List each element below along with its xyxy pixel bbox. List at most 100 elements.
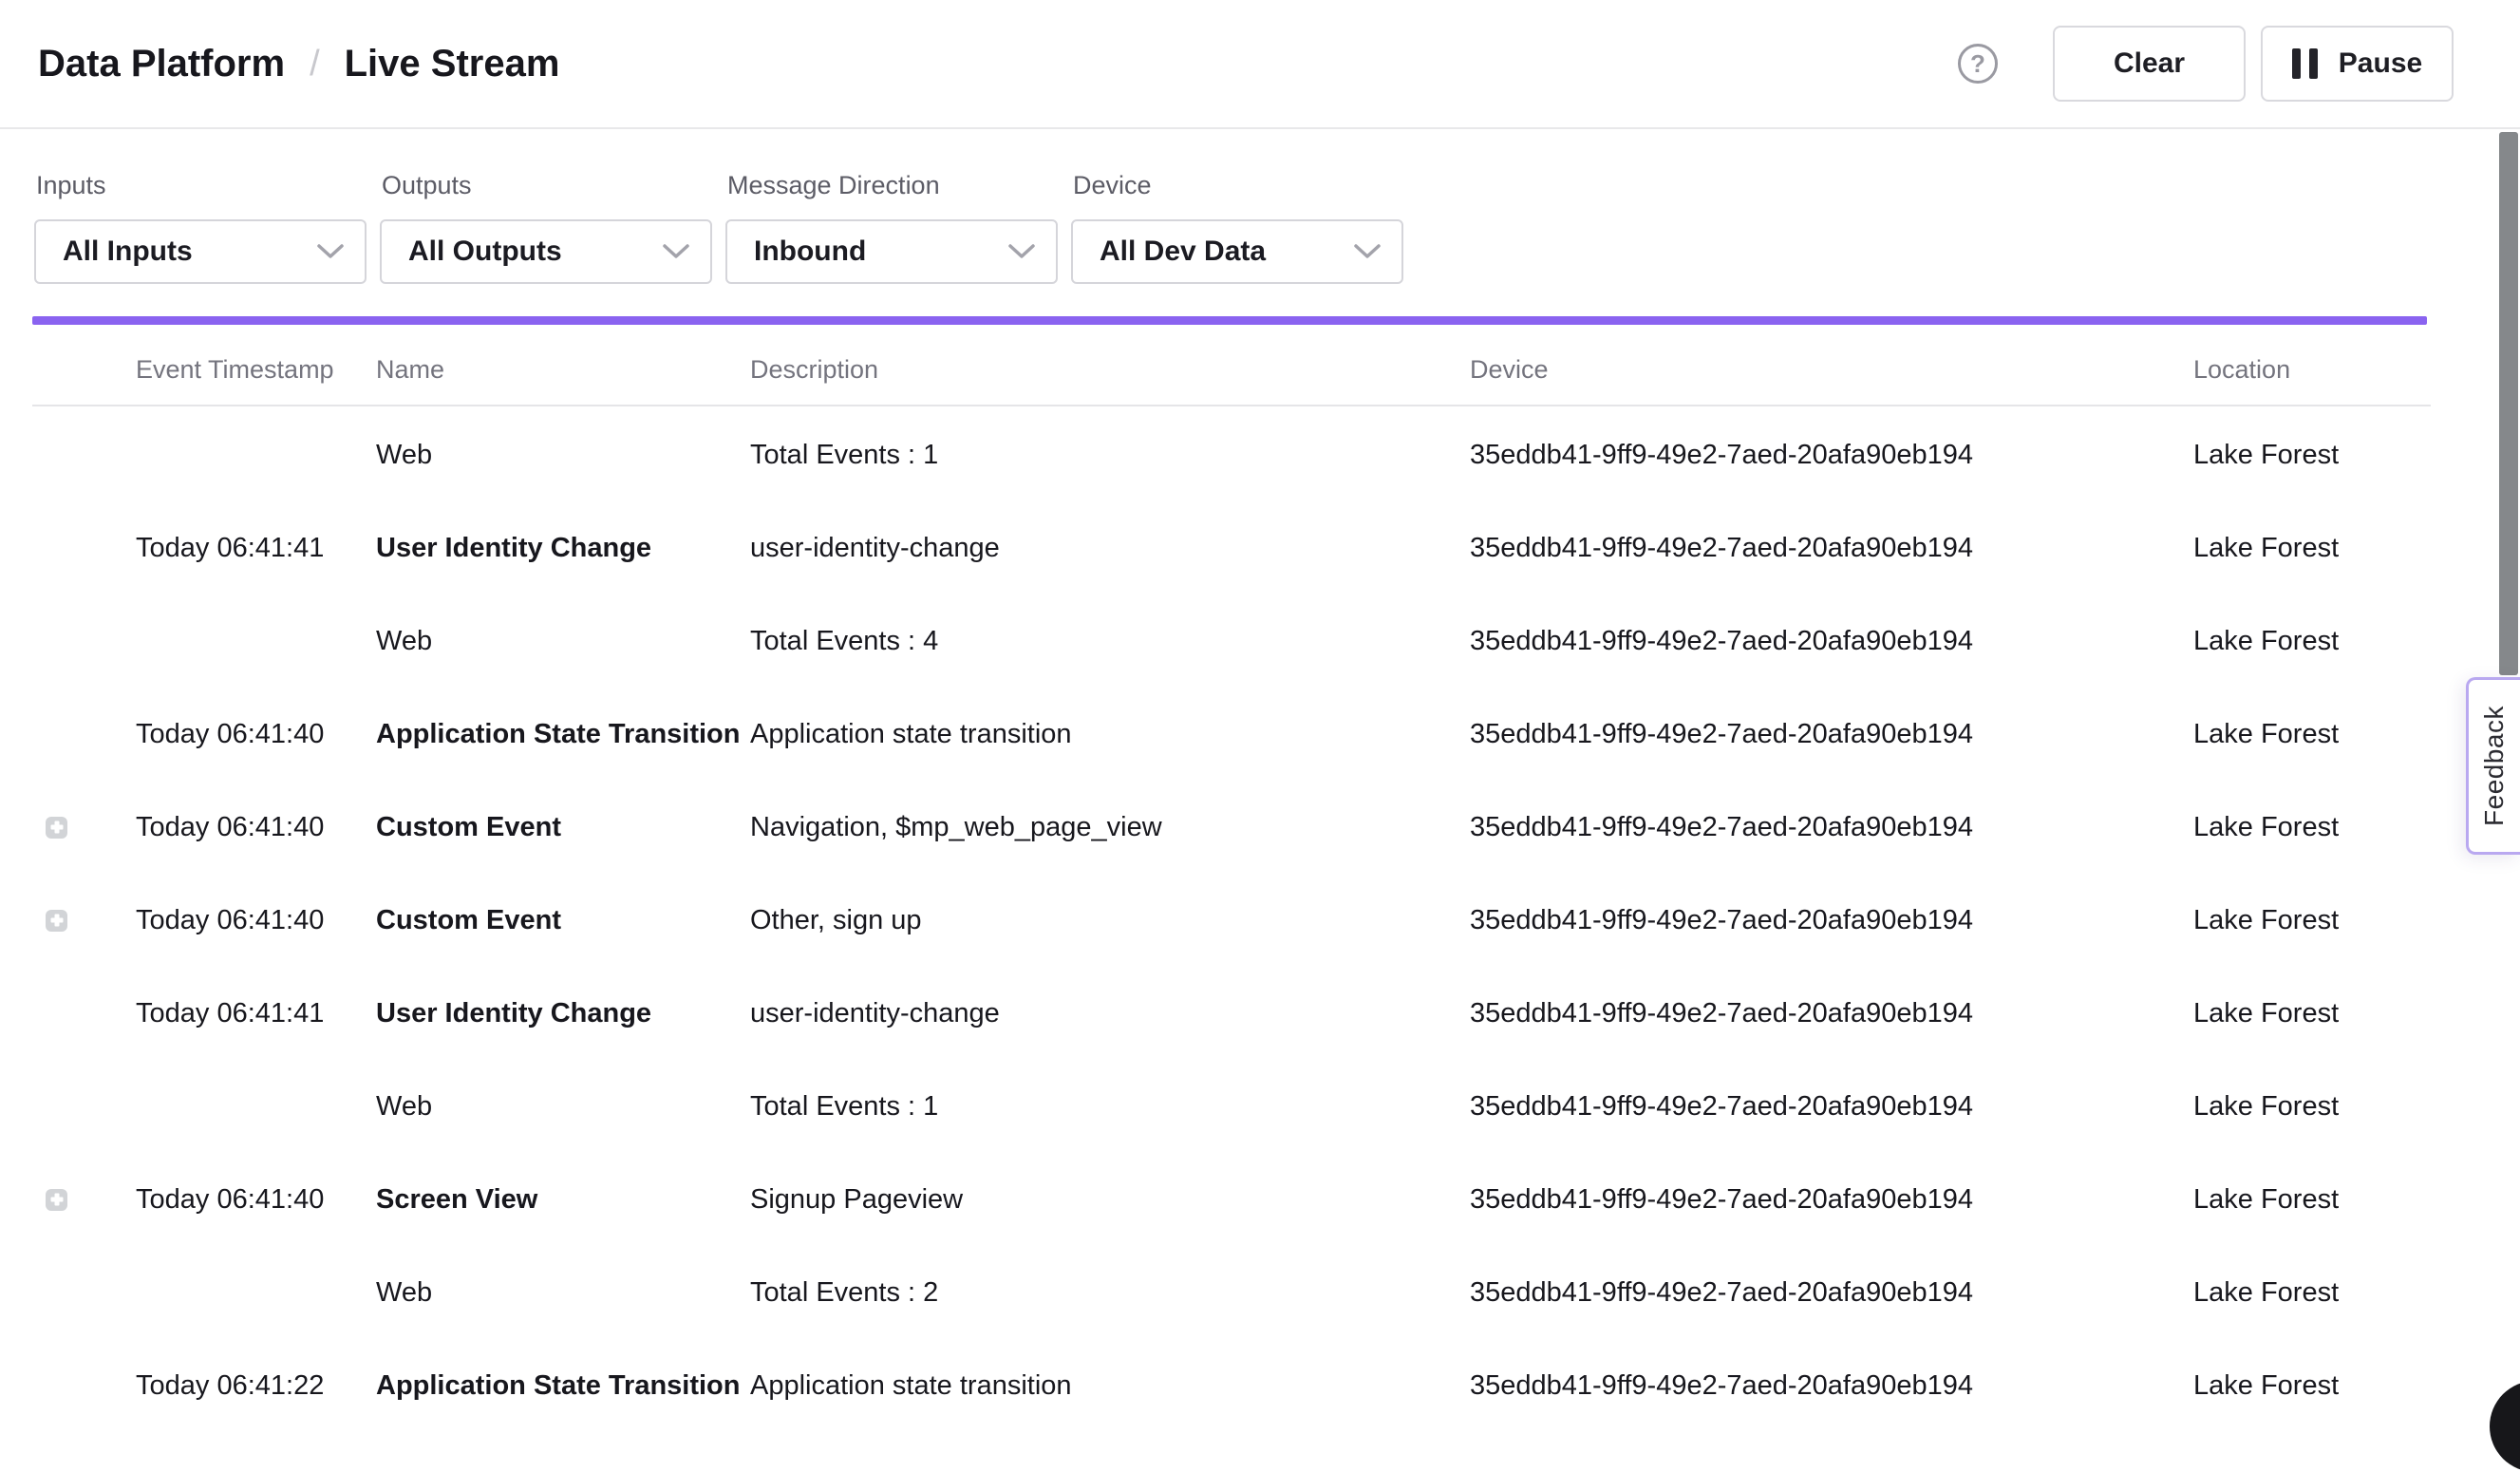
filter-inputs: Inputs All Inputs: [34, 171, 367, 284]
events-table: Event Timestamp Name Description Device …: [32, 325, 2431, 1432]
event-location-cell: Lake Forest: [2193, 1184, 2431, 1216]
event-device-cell: 35eddb41-9ff9-49e2-7aed-20afa90eb194: [1470, 440, 2193, 471]
table-body: Web Total Events : 1 35eddb41-9ff9-49e2-…: [32, 406, 2431, 1432]
column-header-name: Name: [376, 355, 750, 385]
feedback-tab-label: Feedback: [2479, 706, 2510, 826]
event-location-cell: Lake Forest: [2193, 812, 2431, 843]
event-description-cell: Total Events : 1: [750, 440, 1470, 471]
event-name-cell: Custom Event: [376, 812, 750, 843]
inputs-select-value: All Inputs: [63, 236, 193, 268]
filter-message-direction: Message Direction Inbound: [725, 171, 1058, 284]
event-device-cell: 35eddb41-9ff9-49e2-7aed-20afa90eb194: [1470, 998, 2193, 1029]
event-name-cell: Custom Event: [376, 905, 750, 936]
filter-inputs-label: Inputs: [36, 171, 367, 200]
event-device-cell: 35eddb41-9ff9-49e2-7aed-20afa90eb194: [1470, 626, 2193, 657]
inputs-select[interactable]: All Inputs: [34, 219, 367, 284]
table-header-row: Event Timestamp Name Description Device …: [32, 325, 2431, 406]
table-row[interactable]: Today 06:41:40 Custom Event Navigation, …: [32, 781, 2431, 874]
table-row[interactable]: Today 06:41:40 Application State Transit…: [32, 688, 2431, 781]
chevron-down-icon: [663, 244, 689, 260]
event-location-cell: Lake Forest: [2193, 1370, 2431, 1402]
event-location-cell: Lake Forest: [2193, 533, 2431, 564]
event-name-cell: Application State Transition: [376, 719, 750, 750]
column-header-location: Location: [2193, 355, 2431, 385]
message-direction-select[interactable]: Inbound: [725, 219, 1058, 284]
filter-outputs-label: Outputs: [382, 171, 712, 200]
header-actions: ? Clear Pause: [1958, 26, 2454, 102]
table-row[interactable]: Today 06:41:41 User Identity Change user…: [32, 501, 2431, 594]
expand-row-button[interactable]: [46, 910, 67, 932]
event-device-cell: 35eddb41-9ff9-49e2-7aed-20afa90eb194: [1470, 533, 2193, 564]
breadcrumb: Data Platform / Live Stream: [38, 43, 559, 85]
scrollbar-thumb[interactable]: [2499, 132, 2518, 675]
live-stream-active-bar: [32, 316, 2427, 325]
table-row[interactable]: Web Total Events : 1 35eddb41-9ff9-49e2-…: [32, 1060, 2431, 1153]
event-device-cell: 35eddb41-9ff9-49e2-7aed-20afa90eb194: [1470, 1277, 2193, 1309]
expand-row-button[interactable]: [46, 1189, 67, 1211]
table-row[interactable]: Web Total Events : 1 35eddb41-9ff9-49e2-…: [32, 408, 2431, 501]
outputs-select-value: All Outputs: [408, 236, 562, 268]
event-description-cell: Other, sign up: [750, 905, 1470, 936]
event-description-cell: Total Events : 2: [750, 1277, 1470, 1309]
event-name-cell: Web: [376, 1091, 750, 1123]
event-location-cell: Lake Forest: [2193, 440, 2431, 471]
event-name-cell: Application State Transition: [376, 1370, 750, 1402]
event-device-cell: 35eddb41-9ff9-49e2-7aed-20afa90eb194: [1470, 1184, 2193, 1216]
message-direction-select-value: Inbound: [754, 236, 866, 268]
help-icon[interactable]: ?: [1958, 44, 1998, 84]
outputs-select[interactable]: All Outputs: [380, 219, 712, 284]
table-row[interactable]: Today 06:41:40 Custom Event Other, sign …: [32, 874, 2431, 967]
breadcrumb-section[interactable]: Data Platform: [38, 43, 285, 85]
feedback-tab[interactable]: Feedback: [2466, 677, 2520, 855]
clear-button[interactable]: Clear: [2053, 26, 2246, 102]
event-location-cell: Lake Forest: [2193, 905, 2431, 936]
event-device-cell: 35eddb41-9ff9-49e2-7aed-20afa90eb194: [1470, 719, 2193, 750]
event-description-cell: Navigation, $mp_web_page_view: [750, 812, 1470, 843]
filters-bar: Inputs All Inputs Outputs All Outputs Me…: [34, 171, 2520, 284]
breadcrumb-separator: /: [310, 44, 320, 85]
pause-icon: [2292, 48, 2318, 79]
expand-row-button[interactable]: [46, 817, 67, 839]
event-name-cell: Web: [376, 1277, 750, 1309]
event-location-cell: Lake Forest: [2193, 1091, 2431, 1123]
event-device-cell: 35eddb41-9ff9-49e2-7aed-20afa90eb194: [1470, 1370, 2193, 1402]
event-description-cell: Total Events : 4: [750, 626, 1470, 657]
table-row[interactable]: Web Total Events : 2 35eddb41-9ff9-49e2-…: [32, 1246, 2431, 1339]
event-location-cell: Lake Forest: [2193, 719, 2431, 750]
event-name-cell: Screen View: [376, 1184, 750, 1216]
event-location-cell: Lake Forest: [2193, 998, 2431, 1029]
event-timestamp-cell: Today 06:41:40: [136, 812, 376, 843]
event-description-cell: Total Events : 1: [750, 1091, 1470, 1123]
column-header-device: Device: [1470, 355, 2193, 385]
pause-button-label: Pause: [2339, 47, 2422, 80]
chat-widget-bubble[interactable]: [2490, 1381, 2520, 1472]
column-header-event-timestamp: Event Timestamp: [136, 355, 376, 385]
event-description-cell: Signup Pageview: [750, 1184, 1470, 1216]
event-description-cell: user-identity-change: [750, 533, 1470, 564]
chevron-down-icon: [1354, 244, 1381, 260]
event-description-cell: user-identity-change: [750, 998, 1470, 1029]
filter-outputs: Outputs All Outputs: [380, 171, 712, 284]
table-row[interactable]: Today 06:41:40 Screen View Signup Pagevi…: [32, 1153, 2431, 1246]
event-location-cell: Lake Forest: [2193, 626, 2431, 657]
event-timestamp-cell: Today 06:41:41: [136, 533, 376, 564]
filter-device-label: Device: [1073, 171, 1403, 200]
chevron-down-icon: [317, 244, 344, 260]
event-timestamp-cell: Today 06:41:40: [136, 905, 376, 936]
event-name-cell: User Identity Change: [376, 533, 750, 564]
table-row[interactable]: Today 06:41:41 User Identity Change user…: [32, 967, 2431, 1060]
event-timestamp-cell: Today 06:41:41: [136, 998, 376, 1029]
event-name-cell: Web: [376, 440, 750, 471]
table-row[interactable]: Today 06:41:22 Application State Transit…: [32, 1339, 2431, 1432]
breadcrumb-page: Live Stream: [345, 43, 560, 85]
event-name-cell: User Identity Change: [376, 998, 750, 1029]
chevron-down-icon: [1008, 244, 1035, 260]
filter-message-direction-label: Message Direction: [727, 171, 1058, 200]
page-header: Data Platform / Live Stream ? Clear Paus…: [0, 0, 2520, 129]
pause-button[interactable]: Pause: [2261, 26, 2454, 102]
event-device-cell: 35eddb41-9ff9-49e2-7aed-20afa90eb194: [1470, 812, 2193, 843]
table-row[interactable]: Web Total Events : 4 35eddb41-9ff9-49e2-…: [32, 594, 2431, 688]
filter-device: Device All Dev Data: [1071, 171, 1403, 284]
device-select[interactable]: All Dev Data: [1071, 219, 1403, 284]
event-description-cell: Application state transition: [750, 719, 1470, 750]
